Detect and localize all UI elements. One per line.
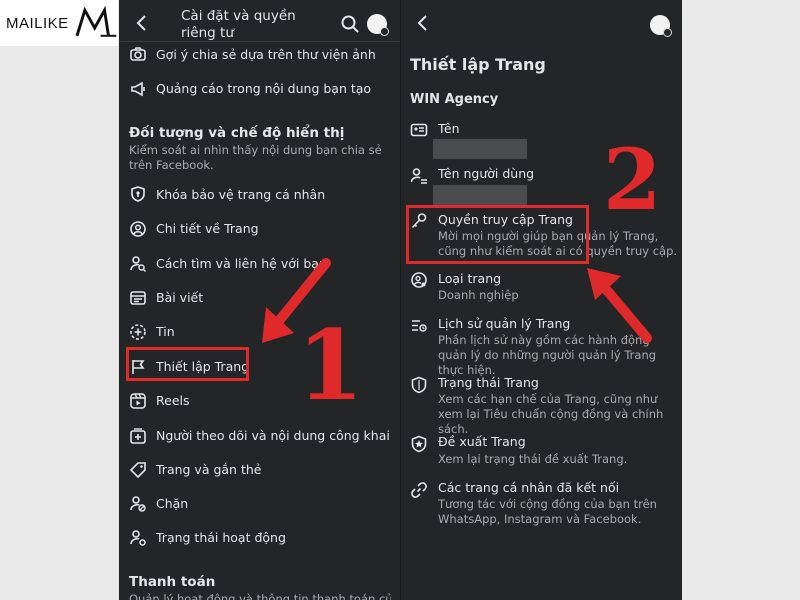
avatar-dropdown-icon <box>380 27 389 36</box>
block-user-icon <box>129 495 147 513</box>
logo-text: MAILIKE <box>6 14 69 32</box>
setting-label: Đề xuất Trang <box>438 434 526 449</box>
post-icon <box>129 289 147 307</box>
section-desc-audience: Kiểm soát ai nhìn thấy nội dung bạn chia… <box>129 143 382 172</box>
arrow-step2 <box>587 268 652 343</box>
camera-icon <box>129 45 147 63</box>
page-title: Thiết lập Trang <box>410 55 546 74</box>
setting-label: Tên người dùng <box>438 166 535 181</box>
link-icon <box>410 481 428 499</box>
redacted-value <box>433 139 527 159</box>
back-button[interactable] <box>414 14 432 32</box>
list-item-label: Chặn <box>156 496 189 511</box>
back-button[interactable] <box>133 14 151 32</box>
tag-icon <box>129 461 147 479</box>
list-item-label: Tin <box>156 324 175 339</box>
shield-outline-icon <box>410 376 428 394</box>
settings-privacy-panel: Cài đặt và quyền riêng tư Gợi ý chia sẻ … <box>119 0 400 600</box>
page-type-icon <box>410 271 428 289</box>
list-item-label: Reels <box>156 393 190 408</box>
public-plus-icon <box>129 427 147 445</box>
step2-number: 2 <box>603 130 662 229</box>
list-item-label: Chi tiết về Trang <box>156 221 259 236</box>
section-title-payments: Thanh toán <box>129 574 216 590</box>
mailike-logo: MAILIKE <box>0 0 118 46</box>
section-desc-payments: Quản lý hoạt động và thông tin thanh toá… <box>129 592 391 600</box>
top-item-label: Quảng cáo trong nội dung bạn tạo <box>156 81 372 96</box>
page-title: Cài đặt và quyền riêng tư <box>181 8 296 41</box>
page-subtitle: WIN Agency <box>410 92 499 107</box>
person-lines-icon <box>410 167 428 185</box>
setting-label: Tên <box>438 121 460 136</box>
back-arrow-icon <box>417 15 427 31</box>
list-item-label: Người theo dõi và nội dung công khai <box>156 428 390 443</box>
section-title-audience: Đối tượng và chế độ hiển thị <box>129 125 345 141</box>
active-status-icon <box>129 529 147 547</box>
search-button[interactable] <box>340 14 360 34</box>
setting-label: Lịch sử quản lý Trang <box>438 316 571 331</box>
back-arrow-icon <box>136 15 146 31</box>
reels-icon <box>129 392 147 410</box>
story-plus-icon <box>129 323 147 341</box>
step1-number: 1 <box>297 309 364 422</box>
list-item-label: Bài viết <box>156 290 204 305</box>
page-settings-panel: Thiết lập Trang WIN Agency Tên Tên người… <box>400 0 682 600</box>
setting-desc: Xem lại trạng thái đề xuất Trang. <box>438 452 628 466</box>
setting-label: Loại trang <box>438 271 502 286</box>
avatar[interactable] <box>650 15 672 37</box>
list-item-label: Trang và gắn thẻ <box>156 462 262 477</box>
ml-logo-icon <box>75 6 117 37</box>
history-icon <box>410 317 428 335</box>
highlight-box-step2 <box>406 205 589 264</box>
redacted-value <box>433 185 527 205</box>
id-card-icon <box>410 121 428 139</box>
search-icon <box>341 15 359 33</box>
avatar[interactable] <box>367 14 389 36</box>
highlight-box-step1 <box>126 347 249 381</box>
profile-circle-icon <box>129 220 147 238</box>
setting-label: Các trang cá nhân đã kết nối <box>438 480 620 495</box>
header-divider <box>119 41 400 42</box>
person-search-icon <box>129 255 147 273</box>
setting-desc: Tương tác với cộng đồng của bạn trên Wha… <box>438 497 657 526</box>
megaphone-icon <box>129 80 147 98</box>
setting-label: Trạng thái Trang <box>438 375 539 390</box>
list-item-label: Khóa bảo vệ trang cá nhân <box>156 187 326 202</box>
top-item-label: Gợi ý chia sẻ dựa trên thư viện ảnh <box>156 47 376 62</box>
setting-desc: Xem các hạn chế của Trang, cũng như xem … <box>438 392 664 436</box>
list-item-label: Trạng thái hoạt động <box>156 530 286 545</box>
avatar-dropdown-icon <box>663 28 672 37</box>
shield-icon <box>129 185 147 203</box>
star-badge-icon <box>410 435 428 453</box>
